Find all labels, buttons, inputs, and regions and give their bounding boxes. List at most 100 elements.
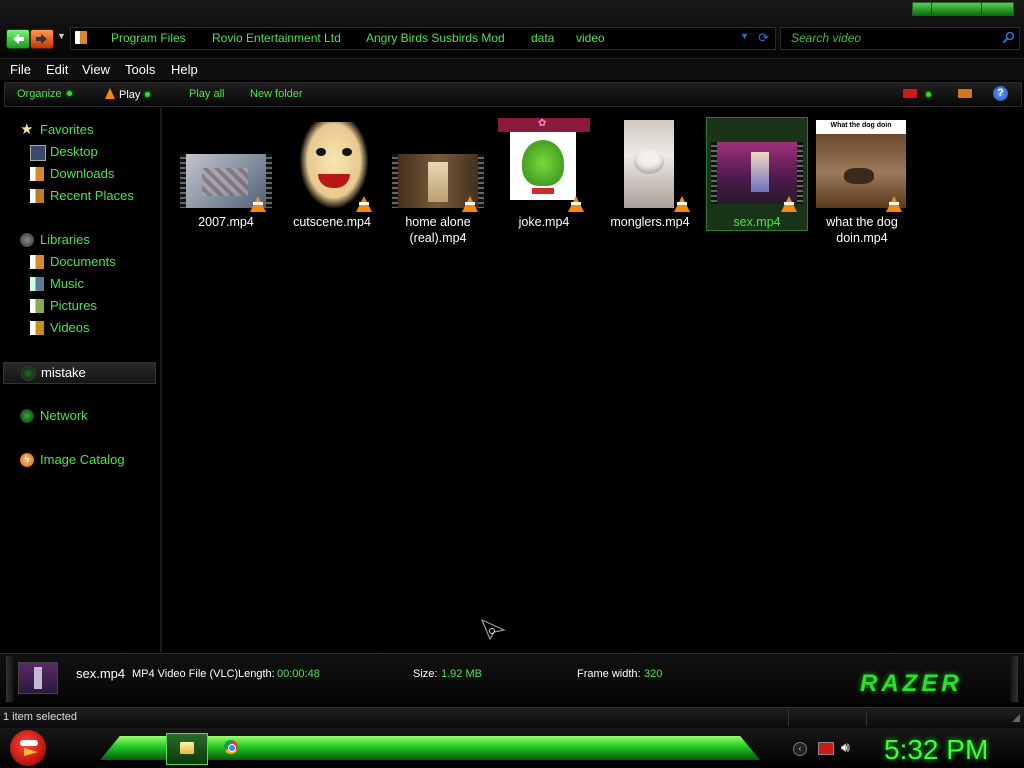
nav-favorites-label: Favorites	[40, 122, 94, 137]
documents-icon	[30, 255, 44, 269]
taskbar-clock[interactable]: 5:32 PM	[884, 734, 988, 766]
desktop-icon	[30, 145, 46, 161]
search-box[interactable]: Search video	[780, 27, 1020, 50]
file-item-home-alone[interactable]: home alone (real).mp4	[386, 118, 490, 258]
vlc-cone-icon	[781, 196, 797, 212]
breadcrumb-rovio[interactable]: Rovio Entertainment Ltd	[212, 31, 341, 45]
details-size-label: Size:	[413, 668, 438, 680]
thumbnail-figure	[751, 152, 769, 192]
tray-show-hidden-icon[interactable]: ‹	[793, 742, 807, 756]
vlc-cone-icon	[462, 196, 478, 212]
nav-recent-places[interactable]: Recent Places	[30, 188, 134, 203]
video-thumbnail	[510, 132, 576, 200]
breadcrumb-program-files[interactable]: Program Files	[111, 31, 186, 45]
file-item-what-the-dog-doin[interactable]: What the dog doin what the dog doin.mp4	[810, 118, 914, 258]
menu-tools[interactable]: Tools	[125, 62, 155, 77]
details-pane: sex.mp4 MP4 Video File (VLC) Length: 00:…	[0, 653, 1024, 704]
thumbnail-cat-face	[634, 150, 664, 174]
maximize-button[interactable]	[981, 3, 982, 15]
vlc-cone-icon	[674, 196, 690, 212]
file-item-monglers[interactable]: monglers.mp4	[598, 118, 702, 238]
help-icon[interactable]: ?	[993, 86, 1008, 101]
details-right-grip	[1010, 656, 1018, 702]
flower-icon: ✿	[538, 118, 547, 129]
minimize-button[interactable]	[931, 3, 932, 15]
resize-grip-icon[interactable]	[1012, 714, 1020, 722]
thumbnail-caption: What the dog doin	[830, 122, 892, 129]
details-file-name: sex.mp4	[76, 666, 126, 681]
search-icon[interactable]	[1002, 31, 1015, 44]
tray-action-center-icon[interactable]	[818, 742, 834, 755]
menu-file[interactable]: File	[10, 62, 31, 77]
recent-pages-dropdown[interactable]: ▼	[57, 31, 66, 41]
chrome-icon[interactable]	[224, 740, 238, 754]
details-thumbnail	[18, 662, 58, 694]
tray-volume-icon[interactable]: 🔊︎	[841, 739, 850, 756]
preview-pane-icon[interactable]	[958, 89, 972, 98]
thumbnail-feet	[532, 188, 554, 194]
nav-mistake-label: mistake	[41, 365, 86, 380]
back-button[interactable]	[6, 29, 30, 49]
menu-edit[interactable]: Edit	[46, 62, 68, 77]
nav-network[interactable]: Network	[20, 408, 88, 423]
nav-pictures[interactable]: Pictures	[30, 298, 97, 313]
chrome-center	[228, 744, 236, 752]
breadcrumb-video[interactable]: video	[576, 31, 605, 45]
menu-view[interactable]: View	[82, 62, 110, 77]
play-all-button[interactable]: Play all	[189, 88, 224, 100]
window-controls[interactable]	[912, 2, 1014, 16]
nav-libraries[interactable]: Libraries	[20, 232, 90, 247]
arrow-left-icon	[13, 34, 24, 44]
filmstrip-right	[478, 154, 484, 208]
details-length-value: 00:00:48	[277, 668, 320, 680]
thumbnail-eye-right	[342, 148, 352, 156]
nav-videos[interactable]: Videos	[30, 320, 90, 335]
nav-mistake[interactable]: mistake	[3, 362, 156, 384]
file-item-sex-selected[interactable]: sex.mp4	[706, 117, 808, 231]
nav-desktop[interactable]: Desktop	[30, 144, 98, 161]
vlc-cone-icon	[356, 196, 372, 212]
file-item-cutscene[interactable]: cutscene.mp4	[280, 118, 384, 238]
organize-button[interactable]: Organize	[17, 88, 72, 100]
file-name: sex.mp4	[733, 215, 781, 229]
star-icon: ★	[20, 121, 34, 138]
thumbnail-figure	[428, 162, 448, 202]
file-name: what the dog doin.mp4	[826, 215, 898, 245]
change-view-icon[interactable]	[903, 89, 917, 98]
file-name: home alone (real).mp4	[405, 215, 471, 245]
view-options-dot-icon[interactable]	[926, 92, 931, 97]
breadcrumb-angry-birds-mod[interactable]: Angry Birds Susbirds Mod	[366, 31, 505, 45]
file-item-2007[interactable]: 2007.mp4	[174, 118, 278, 238]
nav-documents-label: Documents	[50, 254, 116, 269]
details-thumbnail-figure	[34, 667, 42, 689]
nav-recent-label: Recent Places	[50, 188, 134, 203]
file-name: monglers.mp4	[610, 215, 690, 229]
details-frame-width-label: Frame width:	[577, 668, 641, 680]
refresh-icon[interactable]: ⟳	[758, 30, 769, 46]
nav-downloads[interactable]: Downloads	[30, 166, 114, 181]
taskbar-explorer-button[interactable]	[166, 733, 208, 765]
nav-music[interactable]: Music	[30, 276, 84, 291]
forward-button[interactable]	[30, 29, 54, 49]
folder-icon	[75, 31, 87, 44]
file-list-view: 2007.mp4 cutscene.mp4 home alone (real).…	[162, 108, 1024, 652]
filmstrip-left	[180, 154, 186, 208]
nav-image-catalog[interactable]: ϟ Image Catalog	[20, 452, 125, 467]
new-folder-button[interactable]: New folder	[250, 88, 303, 100]
play-button[interactable]: Play	[105, 88, 151, 101]
nav-network-label: Network	[40, 408, 88, 423]
homegroup-orb-icon	[21, 366, 36, 381]
nav-documents[interactable]: Documents	[30, 254, 116, 269]
address-history-dropdown[interactable]: ▼	[740, 31, 749, 41]
organize-label: Organize	[17, 88, 62, 100]
search-input[interactable]: Search video	[791, 31, 861, 45]
libraries-icon	[20, 233, 34, 247]
breadcrumb-data[interactable]: data	[531, 31, 554, 45]
file-item-joke[interactable]: ✿ joke.mp4	[492, 118, 596, 238]
thumbnail-eye-left	[316, 148, 326, 156]
nav-favorites[interactable]: ★ Favorites	[20, 122, 93, 137]
start-button-angry-bird-icon[interactable]	[10, 730, 46, 766]
menu-help[interactable]: Help	[171, 62, 198, 77]
nav-music-label: Music	[50, 276, 84, 291]
address-bar[interactable]: Program Files Rovio Entertainment Ltd An…	[70, 27, 776, 50]
